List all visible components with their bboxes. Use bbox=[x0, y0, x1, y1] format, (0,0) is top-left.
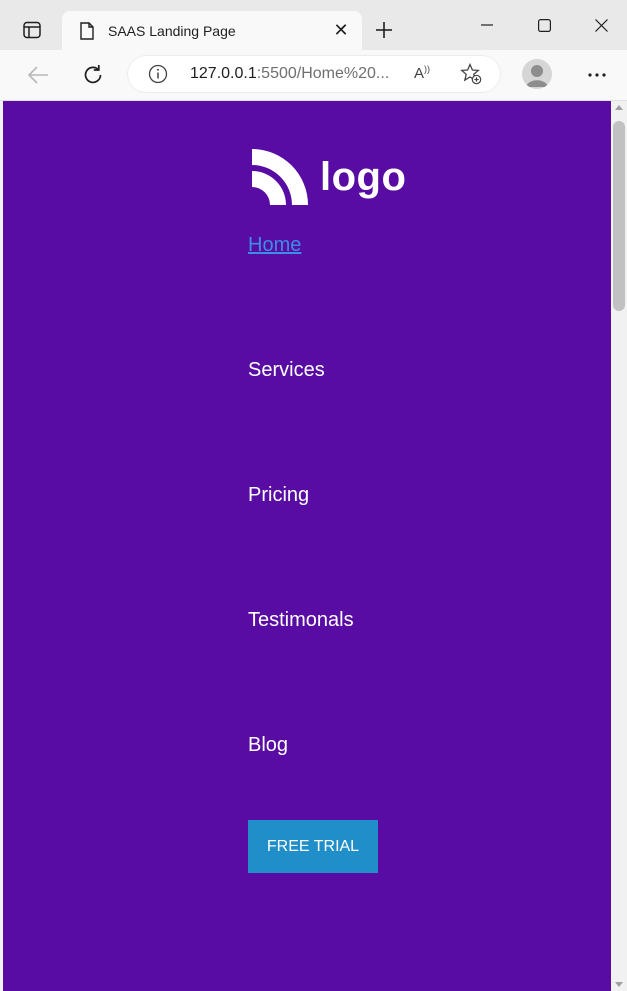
nav-link-services[interactable]: Services bbox=[248, 359, 325, 382]
close-icon[interactable]: ✕ bbox=[326, 16, 356, 46]
logo[interactable]: logo bbox=[252, 147, 406, 207]
back-icon[interactable] bbox=[22, 59, 54, 91]
nav-link-home[interactable]: Home bbox=[248, 234, 301, 257]
more-icon[interactable] bbox=[582, 59, 612, 91]
scroll-up-arrow-icon[interactable] bbox=[615, 105, 623, 110]
tab-active[interactable]: SAAS Landing Page ✕ bbox=[62, 11, 362, 50]
browser-toolbar: 127.0.0.1:5500/Home%20... A)) bbox=[0, 50, 627, 101]
browser-window: SAAS Landing Page ✕ 127.0.0.1:5500/Home%… bbox=[0, 0, 627, 991]
tab-strip: SAAS Landing Page ✕ bbox=[0, 0, 627, 50]
plus-icon[interactable] bbox=[368, 14, 400, 46]
url-host: 127.0.0.1 bbox=[190, 65, 257, 82]
page-icon bbox=[78, 21, 96, 41]
nav-link-testimonals[interactable]: Testimonals bbox=[248, 609, 354, 632]
logo-text: logo bbox=[320, 155, 407, 199]
info-icon[interactable] bbox=[148, 64, 168, 84]
read-aloud-glyph: A bbox=[414, 65, 425, 82]
profile-icon[interactable] bbox=[522, 59, 552, 89]
page-scrollbar[interactable] bbox=[611, 101, 627, 991]
nav-link-pricing[interactable]: Pricing bbox=[248, 484, 309, 507]
address-bar[interactable]: 127.0.0.1:5500/Home%20... A)) bbox=[128, 56, 500, 92]
nav-link-blog[interactable]: Blog bbox=[248, 734, 288, 757]
maximize-icon[interactable] bbox=[516, 0, 572, 50]
free-trial-button[interactable]: FREE TRIAL bbox=[248, 820, 378, 873]
minimize-icon[interactable] bbox=[459, 0, 515, 50]
scroll-down-arrow-icon[interactable] bbox=[615, 982, 623, 987]
tab-actions-icon[interactable] bbox=[14, 14, 50, 46]
page-viewport: logo Home Services Pricing Testimonals B… bbox=[3, 101, 611, 991]
logo-mark-icon bbox=[252, 149, 308, 205]
close-window-icon[interactable] bbox=[573, 0, 627, 50]
refresh-icon[interactable] bbox=[77, 59, 109, 91]
url-path: :5500/Home%20... bbox=[256, 65, 390, 82]
scroll-thumb[interactable] bbox=[613, 121, 625, 311]
url-text[interactable]: 127.0.0.1:5500/Home%20... bbox=[190, 65, 389, 83]
read-aloud-icon[interactable]: A)) bbox=[414, 64, 436, 84]
add-favorite-icon[interactable] bbox=[460, 62, 482, 85]
tab-title: SAAS Landing Page bbox=[108, 22, 236, 39]
